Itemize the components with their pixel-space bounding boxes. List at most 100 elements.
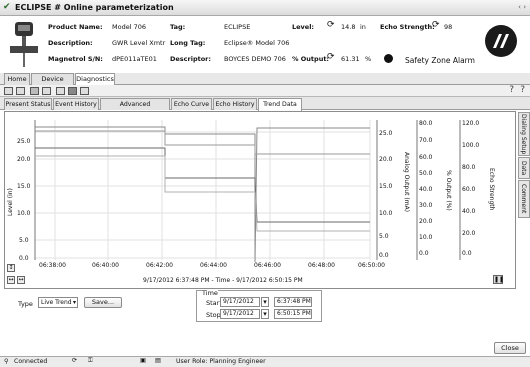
chart-icon[interactable] <box>80 87 89 95</box>
time-label: Time <box>202 289 218 297</box>
zoom-in-button[interactable]: ↕ <box>7 264 15 272</box>
report-icon[interactable] <box>68 87 77 95</box>
check-icon: ✔ <box>3 2 11 12</box>
y-tick-output: 80.0 <box>419 120 433 127</box>
description-label: Description: <box>48 39 93 47</box>
x-tick: 06:38:00 <box>39 262 66 269</box>
level-label: Level: <box>292 23 315 31</box>
type-select[interactable]: Live Trend ▾ <box>38 297 78 308</box>
time-range-label: 9/17/2012 6:37:48 PM - Time - 9/17/2012 … <box>143 277 303 284</box>
start-date-field[interactable]: 9/17/2012 <box>220 297 260 307</box>
safety-zone-alarm: Safety Zone Alarm <box>405 56 475 65</box>
y-tick-output: 10.0 <box>419 234 433 241</box>
tag-label: Tag: <box>170 23 186 31</box>
close-button[interactable]: Close <box>494 342 526 354</box>
side-tab-data[interactable]: Data <box>518 157 530 179</box>
y-tick-echo: 40.0 <box>462 208 476 215</box>
pause-icon[interactable]: ❚❚ <box>493 275 504 284</box>
start-date-value: 9/17/2012 <box>223 298 254 305</box>
tab-trend-data[interactable]: Trend Data <box>258 98 302 111</box>
stop-date-dropdown-icon[interactable]: ▾ <box>261 309 269 319</box>
descriptor-label: Descriptor: <box>170 55 211 63</box>
status-user-role: User Role: Planning Engineer <box>176 358 266 365</box>
y-tick-echo: 100.0 <box>462 142 480 149</box>
trend-chart-panel: 25.0 20.0 15.0 10.0 5.0 0.0 Level (in) 2… <box>4 111 516 289</box>
magnetrol-logo <box>485 25 517 57</box>
refresh-icon: ⟳ <box>327 52 335 62</box>
pan-left-button[interactable]: ↔ <box>7 276 15 284</box>
y-tick-analog: 15.0 <box>379 183 393 190</box>
lock-icon[interactable]: ⚿ <box>88 357 93 365</box>
y-tick-output: 40.0 <box>419 186 433 193</box>
trend-series <box>35 126 370 263</box>
y-tick-analog: 0.0 <box>379 252 389 259</box>
stop-time-value: 6:50:15 PM <box>277 310 311 317</box>
tab-home[interactable]: Home <box>4 73 30 85</box>
start-time-field[interactable]: 6:37:48 PM <box>274 297 312 307</box>
save-icon[interactable] <box>30 87 39 95</box>
save-button[interactable]: Save... <box>84 297 122 308</box>
device-header: Product Name: Model 706 Tag: ECLIPSE Lev… <box>0 16 530 74</box>
window-title: ECLIPSE # Online parameterization <box>15 3 174 12</box>
y-tick-echo: 60.0 <box>462 186 476 193</box>
tab-advanced-diagnostics[interactable]: Advanced Diagnostics <box>100 98 170 119</box>
help-icon[interactable]: ? <box>509 85 514 95</box>
user-icon[interactable] <box>56 87 65 95</box>
x-tick: 06:40:00 <box>92 262 119 269</box>
long-tag-value: Eclipse® Model 706 <box>224 39 290 47</box>
side-tab-comment[interactable]: Comment <box>518 180 530 218</box>
y-tick-output: 30.0 <box>419 202 433 209</box>
y-tick-analog: 20.0 <box>379 156 393 163</box>
tab-device-setup[interactable]: Device Setup <box>31 73 74 94</box>
stop-date-field[interactable]: 9/17/2012 <box>220 309 260 319</box>
start-date-dropdown-icon[interactable]: ▾ <box>261 297 269 307</box>
serial-number-label: Magnetrol S/N: <box>48 55 103 63</box>
y-tick-analog: 5.0 <box>379 233 389 240</box>
y-tick-analog: 10.0 <box>379 210 393 217</box>
y-tick-echo: 20.0 <box>462 230 476 237</box>
device-image <box>10 22 38 67</box>
y-axis-label-echo: Echo Strength <box>488 168 495 211</box>
tab-echo-history[interactable]: Echo History <box>213 98 257 110</box>
y-tick-level: 20.0 <box>17 156 31 163</box>
tab-echo-curve[interactable]: Echo Curve <box>171 98 212 110</box>
y-axis-label-analog: Analog Output (mA) <box>403 152 410 213</box>
x-tick: 06:48:00 <box>308 262 335 269</box>
y-tick-output: 70.0 <box>419 137 433 144</box>
help-icon[interactable]: ? <box>520 85 525 95</box>
device-icon[interactable]: ▣ <box>140 357 146 364</box>
y-tick-echo: 80.0 <box>462 164 476 171</box>
layout-icon[interactable] <box>16 87 25 95</box>
x-tick: 06:42:00 <box>146 262 173 269</box>
tab-event-history[interactable]: Event History <box>53 98 99 110</box>
layout-icon[interactable] <box>4 87 13 95</box>
series-level <box>35 126 370 263</box>
y-axis-label-level: Level (in) <box>7 188 14 216</box>
stop-time-field[interactable]: 6:50:15 PM <box>274 309 312 319</box>
list-icon[interactable]: ▤ <box>155 357 161 364</box>
window-nav-icon[interactable]: ‹ › <box>518 3 526 11</box>
pan-right-button[interactable]: ↔ <box>17 276 25 284</box>
y-tick-output: 0.0 <box>419 250 429 257</box>
tab-present-status[interactable]: Present Status <box>4 98 52 110</box>
y-tick-echo: 0.0 <box>462 250 472 257</box>
y-axis-label-output: % Output (%) <box>445 170 452 211</box>
refresh-icon[interactable]: ⟳ <box>72 357 77 364</box>
output-unit: % <box>365 55 372 63</box>
y-tick-output: 20.0 <box>419 218 433 225</box>
x-tick: 06:44:00 <box>200 262 227 269</box>
print-icon[interactable] <box>42 87 51 95</box>
type-select-value: Live Trend <box>41 299 72 306</box>
series-analog <box>35 155 370 232</box>
output-value: 61.31 <box>341 55 360 63</box>
chevron-down-icon: ▾ <box>72 299 76 306</box>
y-tick-level: 10.0 <box>17 210 31 217</box>
side-tab-dialing-setup[interactable]: Dialing Setup <box>518 112 530 156</box>
echo-strength-value: 98 <box>444 23 453 31</box>
x-tick: 06:46:00 <box>254 262 281 269</box>
refresh-icon: ⟳ <box>432 20 440 30</box>
status-connected: Connected <box>14 358 48 365</box>
y-tick-level: 0.0 <box>19 255 29 262</box>
type-label: Type <box>18 300 33 308</box>
y-tick-output: 60.0 <box>419 154 433 161</box>
